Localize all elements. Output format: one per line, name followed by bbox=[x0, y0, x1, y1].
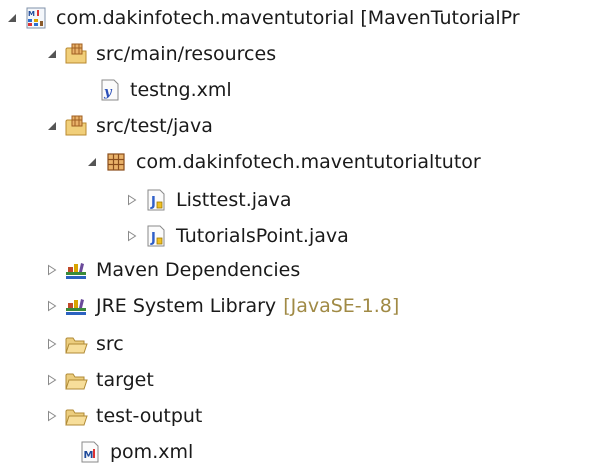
tree-item-package[interactable]: com.dakinfotech.maventutorialtutor bbox=[0, 146, 604, 178]
source-folder-icon bbox=[64, 114, 88, 138]
svg-text:M: M bbox=[28, 10, 35, 18]
tree-item-label: src bbox=[96, 333, 124, 355]
tree-item-pom-xml[interactable]: M pom.xml bbox=[0, 436, 604, 466]
tree-item-test-output[interactable]: test-output bbox=[0, 400, 604, 432]
folder-icon bbox=[64, 368, 88, 392]
package-icon bbox=[104, 150, 128, 174]
tree-item-jre-system-library[interactable]: JRE System Library [JavaSE-1.8] bbox=[0, 290, 604, 322]
tree-item-testng-xml[interactable]: y testng.xml bbox=[0, 74, 604, 106]
tree-item-maven-dependencies[interactable]: Maven Dependencies bbox=[0, 254, 604, 286]
tree-item-label: target bbox=[96, 369, 154, 391]
maven-project-icon: M bbox=[24, 6, 48, 30]
tree-item-label: com.dakinfotech.maventutorialtutor bbox=[136, 151, 481, 173]
tree-item-src-test-java[interactable]: src/test/java bbox=[0, 110, 604, 142]
tree-item-src[interactable]: src bbox=[0, 328, 604, 360]
source-folder-icon bbox=[64, 42, 88, 66]
collapsed-twisty-icon[interactable] bbox=[44, 290, 60, 322]
collapsed-twisty-icon[interactable] bbox=[44, 400, 60, 432]
collapsed-twisty-icon[interactable] bbox=[124, 184, 140, 216]
folder-icon bbox=[64, 332, 88, 356]
tree-item-label: test-output bbox=[96, 405, 203, 427]
tree-item-label: src/test/java bbox=[96, 115, 213, 137]
svg-text:M: M bbox=[84, 450, 94, 461]
tree-item-label: pom.xml bbox=[110, 441, 194, 463]
collapsed-twisty-icon[interactable] bbox=[44, 328, 60, 360]
expanded-twisty-icon[interactable] bbox=[4, 2, 20, 34]
expanded-twisty-icon[interactable] bbox=[84, 146, 100, 178]
collapsed-twisty-icon[interactable] bbox=[44, 364, 60, 396]
project-explorer-tree: M com.dakinfotech.maventutorial [MavenTu… bbox=[0, 0, 604, 466]
java-file-icon: J bbox=[144, 224, 168, 248]
tree-item-label: Listtest.java bbox=[176, 189, 292, 211]
svg-text:J: J bbox=[150, 231, 156, 246]
svg-text:J: J bbox=[150, 195, 156, 210]
tree-item-listtest-java[interactable]: J Listtest.java bbox=[0, 184, 604, 216]
folder-icon bbox=[64, 404, 88, 428]
tree-item-label: src/main/resources bbox=[96, 43, 277, 65]
expanded-twisty-icon[interactable] bbox=[44, 110, 60, 142]
tree-item-label: TutorialsPoint.java bbox=[176, 225, 349, 247]
collapsed-twisty-icon[interactable] bbox=[44, 254, 60, 286]
expanded-twisty-icon[interactable] bbox=[44, 38, 60, 70]
tree-item-label: testng.xml bbox=[130, 79, 232, 101]
xml-file-icon: y bbox=[98, 78, 122, 102]
tree-item-label: com.dakinfotech.maventutorial [MavenTuto… bbox=[56, 7, 520, 29]
tree-item-target[interactable]: target bbox=[0, 364, 604, 396]
java-file-icon: J bbox=[144, 188, 168, 212]
library-icon bbox=[64, 258, 88, 282]
tree-item-label: JRE System Library bbox=[96, 295, 277, 317]
tree-item-src-main-resources[interactable]: src/main/resources bbox=[0, 38, 604, 70]
svg-text:y: y bbox=[103, 85, 113, 100]
collapsed-twisty-icon[interactable] bbox=[124, 220, 140, 252]
tree-item-label: Maven Dependencies bbox=[96, 259, 301, 281]
tree-item-project[interactable]: M com.dakinfotech.maventutorial [MavenTu… bbox=[0, 2, 604, 34]
library-icon bbox=[64, 294, 88, 318]
maven-pom-icon: M bbox=[78, 440, 102, 464]
tree-item-tutorialspoint-java[interactable]: J TutorialsPoint.java bbox=[0, 220, 604, 252]
tree-item-decoration: [JavaSE-1.8] bbox=[283, 295, 400, 317]
